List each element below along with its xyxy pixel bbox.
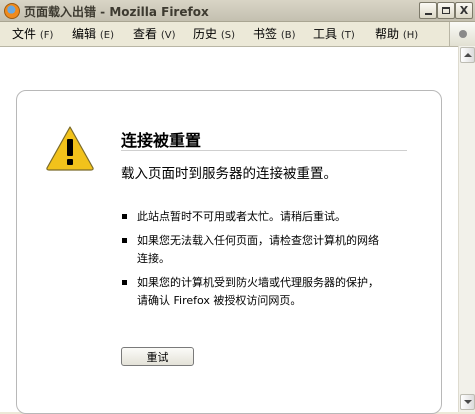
firefox-icon xyxy=(4,3,20,19)
close-button[interactable]: X xyxy=(455,2,473,19)
menu-bookmarks[interactable]: 书签 (B) xyxy=(253,25,296,42)
menu-help[interactable]: 帮助 (H) xyxy=(375,25,418,42)
maximize-icon xyxy=(442,7,450,14)
vertical-scrollbar[interactable] xyxy=(458,46,475,412)
minimize-button[interactable] xyxy=(419,2,437,19)
menu-history[interactable]: 历史 (S) xyxy=(193,25,235,42)
scroll-down-button[interactable] xyxy=(460,394,475,410)
arrow-up-icon xyxy=(463,53,472,57)
maximize-button[interactable] xyxy=(437,2,455,19)
warning-icon xyxy=(46,126,94,171)
arrow-down-icon xyxy=(463,400,472,404)
throbber xyxy=(449,22,475,46)
menu-bar: 文件 (F) 编辑 (E) 查看 (V) 历史 (S) 书签 (B) 工具 (T… xyxy=(0,22,475,42)
menu-file[interactable]: 文件 (F) xyxy=(12,25,53,42)
menu-tools[interactable]: 工具 (T) xyxy=(313,25,355,42)
tip-item: 如果您的计算机受到防火墙或代理服务器的保护，请确认 Firefox 被授权访问网… xyxy=(121,274,381,310)
page-content: 连接被重置 载入页面时到服务器的连接被重置。 此站点暂时不可用或者太忙。请稍后重… xyxy=(0,46,458,414)
title-divider xyxy=(121,150,407,151)
menu-view[interactable]: 查看 (V) xyxy=(133,25,176,42)
error-description: 载入页面时到服务器的连接被重置。 xyxy=(121,166,337,182)
minimize-icon xyxy=(424,13,432,15)
error-tips-list: 此站点暂时不可用或者太忙。请稍后重试。 如果您无法载入任何页面，请检查您计算机的… xyxy=(121,208,381,316)
error-title: 连接被重置 xyxy=(121,131,202,150)
window-title: 页面载入出错 - Mozilla Firefox xyxy=(24,5,209,19)
scroll-up-button[interactable] xyxy=(460,47,475,63)
window-titlebar[interactable]: 页面载入出错 - Mozilla Firefox X xyxy=(0,0,475,22)
tip-item: 如果您无法载入任何页面，请检查您计算机的网络连接。 xyxy=(121,232,381,268)
error-panel: 连接被重置 载入页面时到服务器的连接被重置。 此站点暂时不可用或者太忙。请稍后重… xyxy=(16,90,442,414)
retry-button[interactable]: 重试 xyxy=(121,347,194,366)
throbber-icon xyxy=(458,30,467,38)
tip-item: 此站点暂时不可用或者太忙。请稍后重试。 xyxy=(121,208,381,226)
menu-edit[interactable]: 编辑 (E) xyxy=(72,25,114,42)
